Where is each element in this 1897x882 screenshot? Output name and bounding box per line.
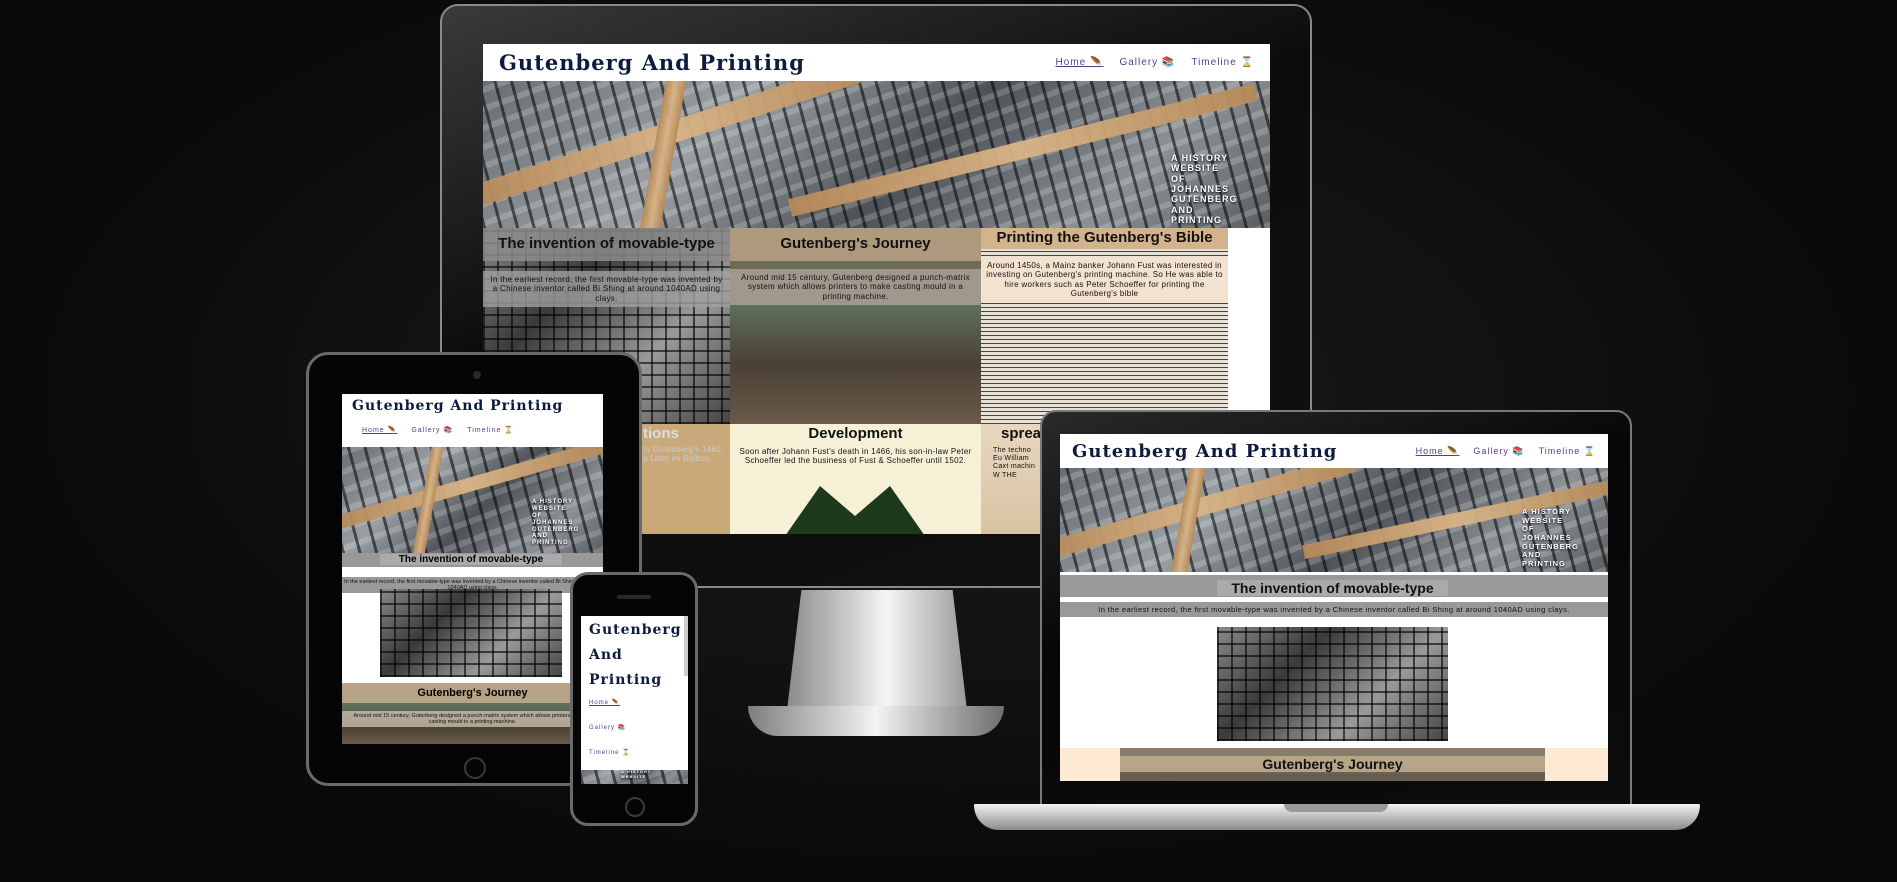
nav-gallery[interactable]: Gallery 📚 bbox=[411, 426, 453, 434]
site-logo[interactable]: Gutenberg And Printing bbox=[589, 618, 681, 693]
main-nav: Home 🪶 Gallery 📚 Timeline ⌛ bbox=[589, 699, 680, 756]
desktop-stand-neck bbox=[787, 590, 967, 710]
card-gutenberg-bible[interactable]: Printing the Gutenberg's Bible Around 14… bbox=[981, 228, 1228, 424]
tablet-home-button[interactable] bbox=[464, 757, 486, 779]
card-development[interactable]: Development Soon after Johann Fust's dea… bbox=[730, 424, 981, 534]
site-logo[interactable]: Gutenberg And Printing bbox=[499, 50, 805, 75]
tablet-screen: Gutenberg And Printing Home 🪶 Gallery 📚 … bbox=[342, 394, 603, 744]
nav-timeline[interactable]: Timeline ⌛ bbox=[1191, 57, 1254, 68]
main-nav: Home 🪶 Gallery 📚 Timeline ⌛ bbox=[352, 426, 593, 434]
card-title: The invention of movable-type bbox=[1217, 580, 1448, 596]
nav-gallery[interactable]: Gallery 📚 bbox=[1119, 57, 1175, 68]
tablet-header: Gutenberg And Printing Home 🪶 Gallery 📚 … bbox=[342, 394, 603, 447]
phone-header: Gutenberg And Printing Home 🪶 Gallery 📚 … bbox=[581, 616, 688, 758]
hero-wood-bar bbox=[638, 81, 688, 228]
nav-timeline[interactable]: Timeline ⌛ bbox=[589, 749, 680, 756]
hero-tagline: A HISTORY WEBSITE OF JOHANNES GUTENBERG … bbox=[1171, 153, 1238, 226]
card-image bbox=[1217, 627, 1448, 741]
hero-image: A HISTORY WEBSITE OF JOHANNES GUTENBERG … bbox=[483, 81, 1270, 228]
device-mockup-stage: Gutenberg And Printing Home 🪶 Gallery 📚 … bbox=[0, 0, 1897, 882]
card-text: Around mid 15 century, Gutenberg designe… bbox=[730, 268, 981, 306]
card-spacer bbox=[1228, 228, 1270, 424]
nav-timeline[interactable]: Timeline ⌛ bbox=[467, 426, 514, 434]
site-logo[interactable]: Gutenberg And Printing bbox=[1072, 441, 1337, 462]
nav-home[interactable]: Home 🪶 bbox=[1056, 57, 1104, 68]
card-movable-type[interactable]: The invention of movable-type In the ear… bbox=[342, 553, 603, 683]
desktop-stand-base bbox=[748, 706, 1004, 736]
nav-timeline[interactable]: Timeline ⌛ bbox=[1539, 446, 1596, 457]
tablet-camera bbox=[473, 371, 481, 379]
card-gutenberg-journey[interactable]: Gutenberg's Journey bbox=[1060, 748, 1608, 781]
nav-gallery[interactable]: Gallery 📚 bbox=[589, 724, 680, 731]
phone-home-button[interactable] bbox=[625, 797, 645, 817]
card-text: In the earliest record, the first movabl… bbox=[483, 270, 730, 308]
card-title: Development bbox=[808, 425, 903, 442]
card-title: The invention of movable-type bbox=[380, 554, 562, 565]
laptop-screen: Gutenberg And Printing Home 🪶 Gallery 📚 … bbox=[1060, 434, 1608, 781]
hero-tagline: A HISTORY WEBSITE bbox=[621, 770, 652, 779]
card-title: Gutenberg's Journey bbox=[342, 683, 603, 703]
hero-image: A HISTORY WEBSITE bbox=[581, 770, 688, 784]
card-image bbox=[380, 589, 562, 677]
printer-mark-image bbox=[785, 486, 925, 534]
card-text: Soon after Johann Fust's death in 1466, … bbox=[739, 446, 972, 466]
card-text: Around 1450s, a Mainz banker Johann Fust… bbox=[981, 256, 1228, 303]
nav-home[interactable]: Home 🪶 bbox=[1416, 446, 1460, 457]
hero-image: A HISTORY WEBSITE OF JOHANNES GUTENBERG … bbox=[342, 447, 603, 553]
card-text: Around mid 15 century, Gutenberg designe… bbox=[342, 711, 603, 727]
phone-screen: Gutenberg And Printing Home 🪶 Gallery 📚 … bbox=[581, 616, 688, 784]
hero-tagline: A HISTORY WEBSITE OF JOHANNES GUTENBERG … bbox=[1522, 507, 1579, 568]
hero-tagline: A HISTORY WEBSITE OF JOHANNES GUTENBERG … bbox=[532, 499, 580, 547]
nav-gallery[interactable]: Gallery 📚 bbox=[1473, 446, 1524, 457]
phone-scrollbar[interactable] bbox=[684, 616, 688, 676]
main-nav: Home 🪶 Gallery 📚 Timeline ⌛ bbox=[1056, 57, 1254, 68]
laptop-notch bbox=[1284, 804, 1388, 812]
card-title: Printing the Gutenberg's Bible bbox=[981, 228, 1228, 249]
site-logo[interactable]: Gutenberg And Printing bbox=[352, 398, 593, 414]
card-gutenberg-journey[interactable]: Gutenberg's Journey Around mid 15 centur… bbox=[730, 228, 981, 424]
card-text: In the earliest record, the first movabl… bbox=[1060, 602, 1608, 617]
hero-image: A HISTORY WEBSITE OF JOHANNES GUTENBERG … bbox=[1060, 468, 1608, 572]
card-gutenberg-journey[interactable]: Gutenberg's Journey Around mid 15 centur… bbox=[342, 683, 603, 744]
nav-home[interactable]: Home 🪶 bbox=[362, 426, 397, 434]
nav-home[interactable]: Home 🪶 bbox=[589, 699, 680, 706]
card-movable-type[interactable]: The invention of movable-type In the ear… bbox=[1060, 575, 1608, 748]
card-title: The invention of movable-type bbox=[483, 228, 730, 261]
desktop-header: Gutenberg And Printing Home 🪶 Gallery 📚 … bbox=[483, 44, 1270, 81]
card-title: Gutenberg's Journey bbox=[1120, 756, 1545, 772]
card-title: Gutenberg's Journey bbox=[730, 228, 981, 261]
phone-speaker bbox=[617, 595, 651, 599]
laptop-header: Gutenberg And Printing Home 🪶 Gallery 📚 … bbox=[1060, 434, 1608, 468]
main-nav: Home 🪶 Gallery 📚 Timeline ⌛ bbox=[1416, 446, 1596, 457]
